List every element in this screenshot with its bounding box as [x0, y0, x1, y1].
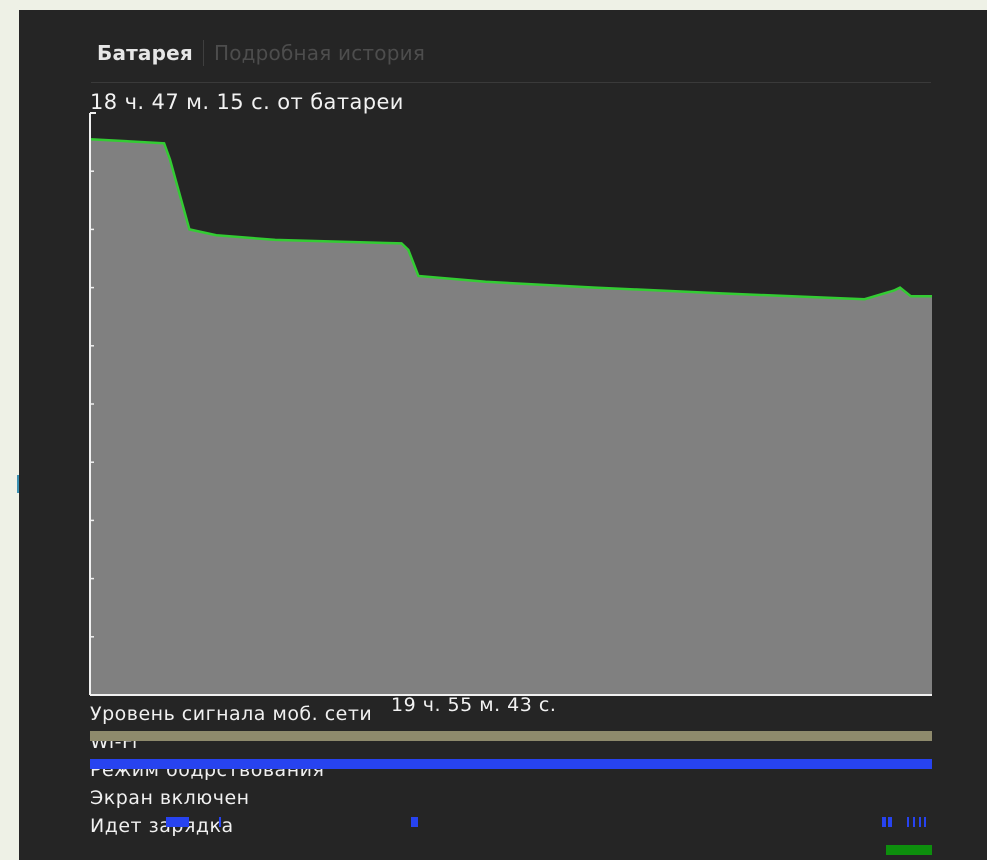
track-bar-screen [218, 817, 221, 827]
battery-level-area [90, 139, 932, 695]
track-bar-screen [881, 817, 886, 827]
track-bar-screen [918, 817, 921, 827]
track-bar-signal [90, 731, 932, 741]
track-bar-charging [885, 845, 932, 855]
track-bar-screen [410, 817, 419, 827]
track-bar-screen [912, 817, 916, 827]
app-window: Батарея Подробная история 18 ч. 47 м. 15… [0, 0, 987, 860]
track-bar-screen [165, 817, 190, 827]
track-label-charging: Идет зарядка [90, 815, 234, 837]
track-bar-screen [888, 817, 893, 827]
track-bar-screen [906, 817, 910, 827]
track-bar-screen [923, 817, 927, 827]
track-bar-wifi [90, 759, 932, 769]
track-label-signal: Уровень сигнала моб. сети [90, 703, 373, 725]
battery-history-screen: Батарея Подробная история 18 ч. 47 м. 15… [19, 10, 987, 860]
track-label-screen: Экран включен [90, 787, 250, 809]
graph-end-time-label: 19 ч. 55 м. 43 с. [391, 694, 557, 716]
